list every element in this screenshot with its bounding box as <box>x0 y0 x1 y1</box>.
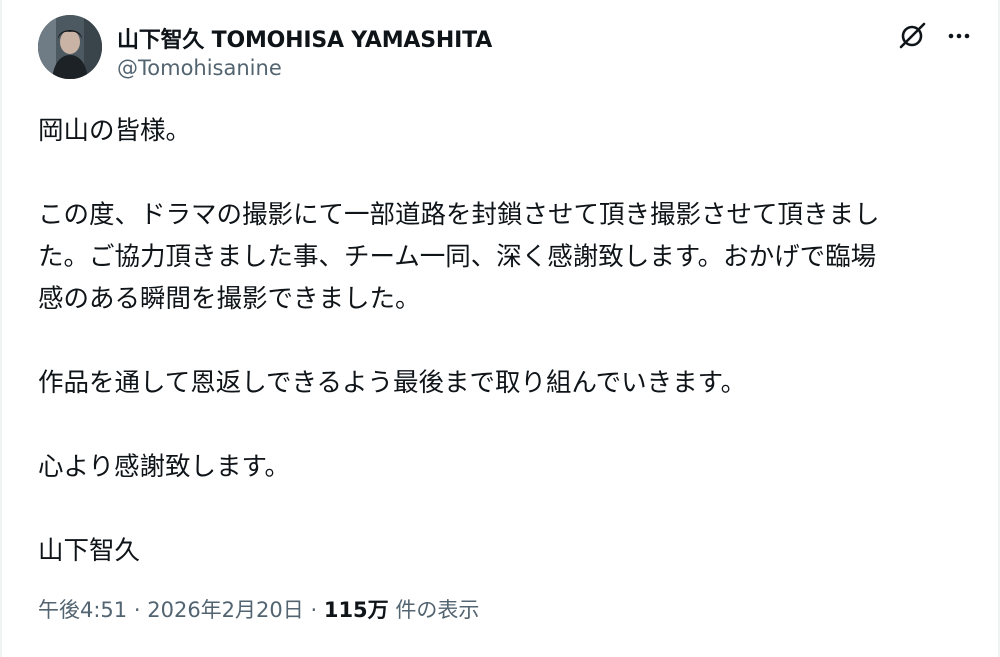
avatar-image <box>38 15 102 79</box>
author-handle[interactable]: @Tomohisanine <box>117 56 282 80</box>
views-count: 115万 <box>323 598 389 622</box>
post-metadata: 午後4:51 · 2026年2月20日 · 115万 件の表示 <box>38 594 479 624</box>
post-line: この度、ドラマの撮影にて一部道路を封鎖させて頂き撮影させて頂きまし <box>38 200 880 230</box>
post-signature: 山下智久 <box>38 536 141 566</box>
more-options-icon[interactable] <box>943 20 975 52</box>
post-line: 感のある瞬間を撮影できました。 <box>38 284 421 314</box>
views-label: 件の表示 <box>395 598 480 622</box>
author-display-name[interactable]: 山下智久 TOMOHISA YAMASHITA <box>117 22 492 54</box>
post-line: 作品を通して恩返しできるよう最後まで取り組んでいきます。 <box>38 368 747 398</box>
avatar[interactable] <box>38 15 102 79</box>
post-time[interactable]: 午後4:51 <box>38 598 127 622</box>
post-line: 岡山の皆様。 <box>38 116 192 146</box>
post-line: 心より感謝致します。 <box>38 452 290 482</box>
meta-separator: · <box>310 598 318 622</box>
post-card: 山下智久 TOMOHISA YAMASHITA @Tomohisanine 岡山… <box>0 0 1000 657</box>
grok-icon[interactable] <box>896 20 928 52</box>
post-line: た。ご協力頂きました事、チーム一同、深く感謝致します。おかげで臨場 <box>38 242 877 272</box>
post-body: 岡山の皆様。 この度、ドラマの撮影にて一部道路を封鎖させて頂き撮影させて頂きまし… <box>38 110 978 572</box>
post-date[interactable]: 2026年2月20日 <box>147 598 304 622</box>
meta-separator: · <box>133 598 141 622</box>
